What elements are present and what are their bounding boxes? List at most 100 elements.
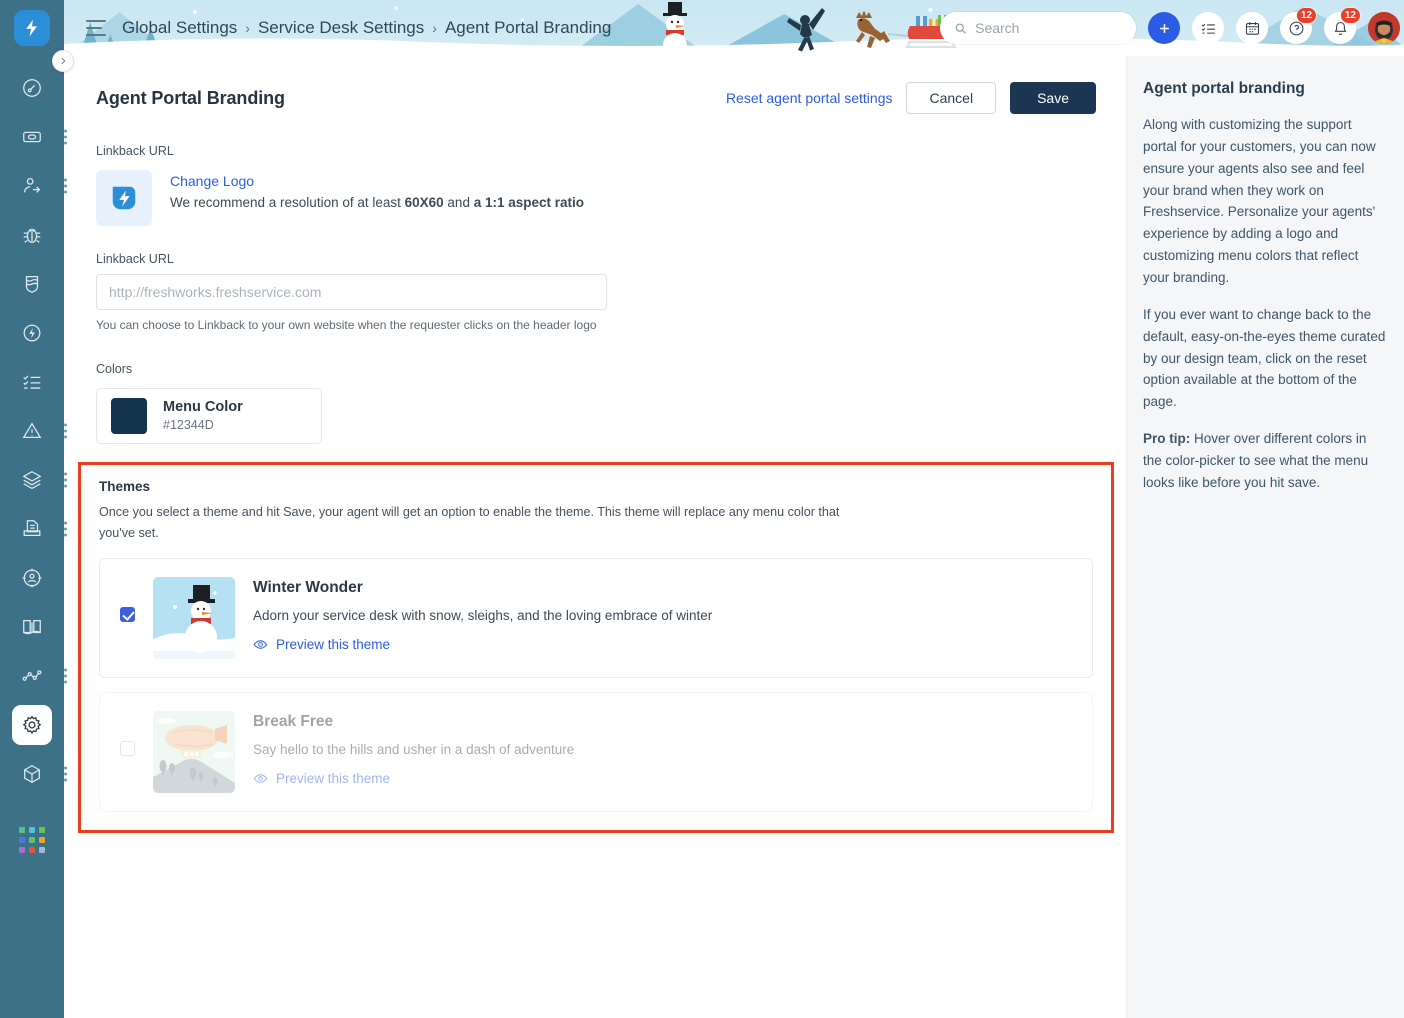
avatar[interactable] (1368, 12, 1400, 44)
linkback-url-input[interactable] (96, 274, 607, 310)
page-header: Agent Portal Branding Reset agent portal… (96, 82, 1096, 114)
sidebar-item-assets[interactable] (12, 460, 67, 500)
cancel-button[interactable]: Cancel (906, 82, 997, 114)
top-bar-actions: 12 12 (940, 7, 1400, 44)
freshservice-bolt-logo-icon[interactable] (14, 10, 50, 46)
save-button[interactable]: Save (1010, 82, 1096, 114)
sidebar-item-analytics[interactable] (12, 656, 67, 696)
menu-color-text: Menu Color #12344D (163, 398, 243, 434)
help-button[interactable]: 12 (1280, 7, 1317, 44)
main-content: Agent Portal Branding Reset agent portal… (64, 56, 1126, 1018)
help-panel-paragraph-1: Along with customizing the support porta… (1143, 117, 1376, 286)
breadcrumb-separator: › (432, 20, 437, 36)
page-body: Agent Portal Branding Reset agent portal… (64, 56, 1404, 1018)
theme-description: Adorn your service desk with snow, sleig… (253, 607, 713, 623)
calendar-icon (1245, 21, 1259, 35)
theme-card-winter-wonder[interactable]: Winter Wonder Adorn your service desk wi… (99, 557, 1093, 678)
sidebar-item-tasks[interactable] (12, 362, 52, 402)
theme-body-break-free: Break Free Say hello to the hills and us… (253, 711, 574, 786)
theme-description: Say hello to the hills and usher in a da… (253, 741, 575, 757)
plus-icon (1159, 23, 1169, 33)
notifications-button[interactable]: 12 (1324, 7, 1361, 44)
sidebar-item-projects[interactable] (12, 558, 52, 598)
menu-color-name: Menu Color (163, 398, 243, 415)
linkback-url-hint: You can choose to Linkback to your own w… (96, 318, 597, 332)
sidebar-item-releases[interactable] (12, 313, 52, 353)
rail-dots (64, 129, 67, 145)
help-badge: 12 (1295, 7, 1317, 24)
theme-body-winter-wonder: Winter Wonder Adorn your service desk wi… (253, 577, 712, 652)
preview-theme-label: Preview this theme (276, 770, 391, 786)
rail-dots (64, 178, 67, 194)
sidebar-item-dashboard[interactable] (12, 68, 52, 108)
snowman-winter-thumbnail-icon (153, 576, 235, 659)
search-box[interactable] (940, 12, 1136, 44)
calendar-button[interactable] (1236, 12, 1268, 44)
marketplace-grid-icon[interactable] (19, 827, 45, 853)
themes-description: Once you select a theme and hit Save, yo… (99, 505, 840, 540)
logo-hint-ratio: a 1:1 aspect ratio (473, 195, 585, 210)
menu-color-swatch[interactable] (111, 398, 147, 434)
breadcrumb-item-global-settings[interactable]: Global Settings (122, 18, 237, 38)
rail-dots (64, 472, 67, 488)
airship-hills-thumbnail-icon (153, 710, 235, 793)
themes-section-highlight: Themes Once you select a theme and hit S… (78, 462, 1114, 833)
theme-name: Break Free (253, 712, 334, 730)
sidebar-item-settings[interactable] (12, 705, 52, 745)
linkback-url-field-label: Linkback URL (96, 252, 174, 266)
theme-checkbox-break-free[interactable] (120, 740, 135, 756)
search-icon (955, 23, 966, 34)
breadcrumb-item-agent-portal-branding[interactable]: Agent Portal Branding (445, 18, 611, 38)
logo-row: Change Logo We recommend a resolution of… (96, 170, 1096, 226)
colors-section-label: Colors (96, 362, 133, 376)
app-root: Global Settings › Service Desk Settings … (0, 0, 1404, 1018)
freshservice-logo-icon (112, 186, 136, 210)
change-logo-link[interactable]: Change Logo (170, 173, 584, 189)
notifications-badge: 12 (1339, 7, 1361, 24)
preview-theme-link-break-free[interactable]: Preview this theme (253, 771, 574, 786)
sidebar-item-tickets[interactable] (12, 117, 67, 157)
rail-dots (64, 668, 67, 684)
settings-form: Agent Portal Branding Reset agent portal… (64, 56, 1126, 833)
search-input[interactable] (975, 20, 1122, 36)
preview-theme-link-winter-wonder[interactable]: Preview this theme (253, 637, 712, 652)
sidebar-item-service-requests[interactable] (12, 166, 67, 206)
menu-color-picker[interactable]: Menu Color #12344D (96, 388, 322, 444)
page-actions: Reset agent portal settings Cancel Save (726, 82, 1096, 114)
logo-text-block: Change Logo We recommend a resolution of… (170, 170, 584, 210)
help-panel-paragraph-3: Pro tip: Hover over different colors in … (1143, 428, 1388, 494)
sidebar-item-contracts[interactable] (12, 509, 67, 549)
help-panel-title: Agent portal branding (1143, 80, 1305, 97)
right-region: Global Settings › Service Desk Settings … (64, 0, 1404, 1018)
theme-checkbox-winter-wonder[interactable] (120, 606, 135, 622)
eye-icon (253, 773, 268, 783)
reset-agent-portal-settings-link[interactable]: Reset agent portal settings (726, 90, 893, 106)
themes-title: Themes (99, 479, 151, 494)
menu-color-hex: #12344D (163, 417, 214, 432)
sidebar-item-alerts[interactable] (12, 411, 67, 451)
logo-hint-mid: and (443, 195, 474, 210)
breadcrumb: Global Settings › Service Desk Settings … (122, 18, 611, 38)
logo-hint-size: 60X60 (404, 195, 444, 210)
theme-card-break-free[interactable]: Break Free Say hello to the hills and us… (99, 691, 1093, 812)
rail-items (0, 68, 67, 803)
theme-name: Winter Wonder (253, 578, 363, 596)
breadcrumb-item-service-desk-settings[interactable]: Service Desk Settings (258, 18, 424, 38)
rail-dots (64, 521, 67, 537)
expand-sidebar-button[interactable] (52, 50, 74, 72)
sidebar-item-changes[interactable] (12, 264, 52, 304)
sidebar-item-problems[interactable] (12, 215, 52, 255)
breadcrumb-separator: › (245, 20, 250, 36)
hamburger-menu-icon[interactable] (86, 20, 108, 36)
eye-icon (253, 639, 268, 649)
top-banner: Global Settings › Service Desk Settings … (64, 0, 1404, 56)
rail-dots (64, 423, 67, 439)
top-bar-content: Global Settings › Service Desk Settings … (64, 0, 1404, 56)
tasks-button[interactable] (1192, 12, 1224, 44)
page-title: Agent Portal Branding (96, 87, 285, 108)
sidebar-item-apps[interactable] (12, 754, 67, 794)
preview-theme-label: Preview this theme (276, 636, 391, 652)
sidebar-item-solutions[interactable] (12, 607, 52, 647)
add-new-button[interactable] (1148, 12, 1180, 44)
help-panel: Agent portal branding Along with customi… (1126, 56, 1404, 1018)
